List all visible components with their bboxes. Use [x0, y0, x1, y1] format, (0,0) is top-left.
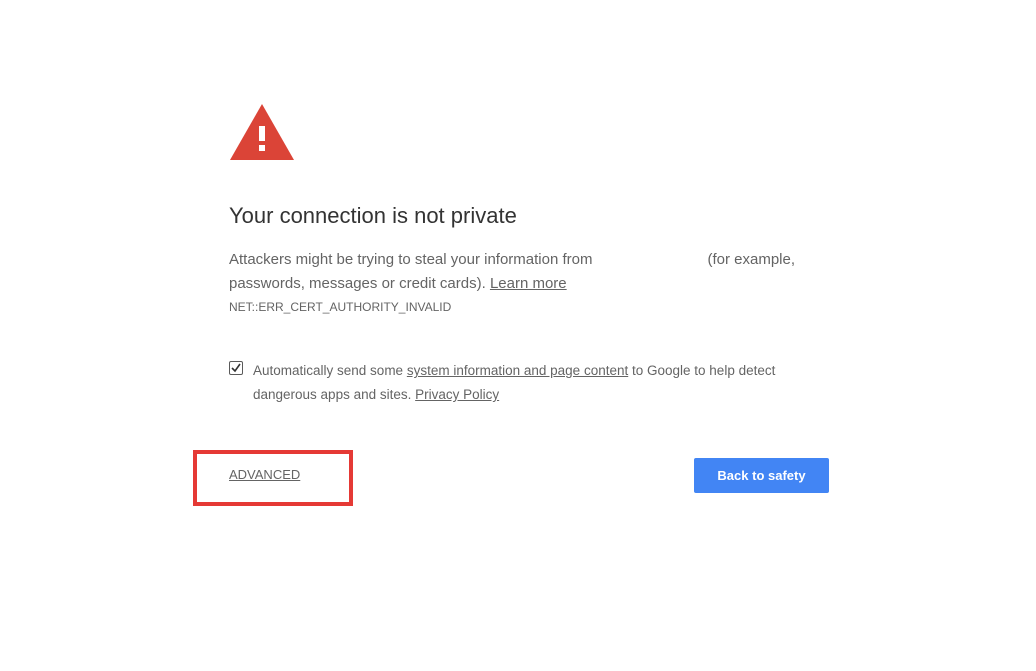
reporting-checkbox[interactable]: [229, 361, 243, 375]
description-line-1: Attackers might be trying to steal your …: [229, 248, 829, 272]
reporting-text-line-2: dangerous apps and sites.: [253, 387, 412, 402]
back-to-safety-button[interactable]: Back to safety: [694, 458, 829, 493]
description-text: Attackers might be trying to steal your …: [229, 251, 593, 268]
reporting-label: Automatically send some system informati…: [253, 359, 829, 407]
description-line-2: passwords, messages or credit cards). Le…: [229, 272, 829, 296]
description: Attackers might be trying to steal your …: [229, 248, 829, 296]
privacy-policy-link[interactable]: Privacy Policy: [415, 387, 499, 402]
reporting-label-line-2: dangerous apps and sites. Privacy Policy: [253, 383, 829, 407]
reporting-text-continued: to Google to help detect: [632, 363, 776, 378]
page-title: Your connection is not private: [229, 203, 517, 228]
learn-more-link[interactable]: Learn more: [490, 275, 567, 292]
reporting-text: Automatically send some: [253, 363, 404, 378]
reporting-label-line-1: Automatically send some system informati…: [253, 359, 829, 383]
interstitial-page: Your connection is not private Attackers…: [0, 0, 1036, 671]
checkmark-icon: [231, 363, 241, 373]
system-information-link[interactable]: system information and page content: [407, 363, 628, 378]
reporting-option: Automatically send some system informati…: [229, 359, 829, 407]
advanced-button[interactable]: ADVANCED: [229, 467, 300, 482]
description-text-continued: (for example,: [707, 251, 796, 268]
description-text-line-2: passwords, messages or credit cards).: [229, 275, 486, 292]
warning-triangle-icon: [229, 103, 295, 161]
error-code: NET::ERR_CERT_AUTHORITY_INVALID: [229, 300, 452, 314]
